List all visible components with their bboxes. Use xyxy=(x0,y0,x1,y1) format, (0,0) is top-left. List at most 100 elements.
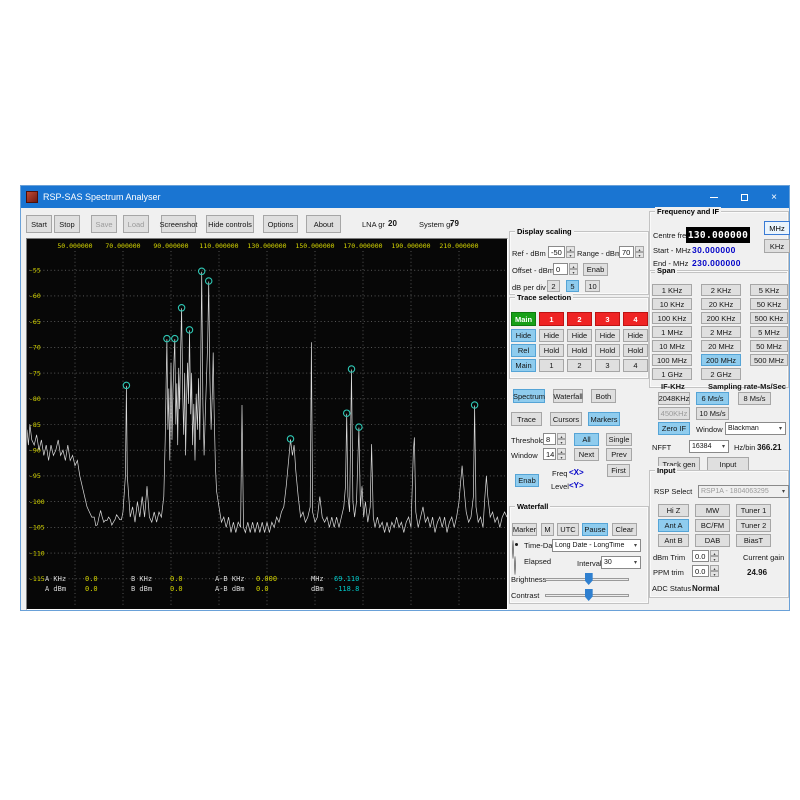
view-both-button[interactable]: Both xyxy=(591,389,616,403)
fft-window-dropdown[interactable]: Blackman ▾ xyxy=(725,422,786,435)
input-ant-a-button[interactable]: Ant A xyxy=(658,519,689,532)
trace-main-r0-hide-button[interactable]: Hide xyxy=(511,329,536,342)
toolbar-options-button[interactable]: Options xyxy=(263,215,298,233)
span-2-mhz-button[interactable]: 2 MHz xyxy=(701,326,741,338)
toolbar-stop-button[interactable]: Stop xyxy=(54,215,80,233)
toolbar-save-button[interactable]: Save xyxy=(91,215,117,233)
span-5-khz-button[interactable]: 5 KHz xyxy=(750,284,788,296)
trace-3-r0-hide-button[interactable]: Hide xyxy=(595,329,620,342)
db-per-div-10-button[interactable]: 10 xyxy=(585,280,600,292)
input-biast-button[interactable]: BiasT xyxy=(736,534,771,547)
dbm-trim-spinner[interactable]: 0.0 ▴ ▾ xyxy=(692,550,719,562)
toolbar-about-button[interactable]: About xyxy=(306,215,341,233)
spinner-arrows-icon[interactable]: ▴ ▾ xyxy=(635,246,644,258)
spinner-arrows-icon[interactable]: ▴ ▾ xyxy=(566,246,575,258)
marker-next-button[interactable]: Next xyxy=(574,448,599,461)
trace-2-r2-2-button[interactable]: 2 xyxy=(567,359,592,372)
spinner-arrows-icon[interactable]: ▴ ▾ xyxy=(710,565,719,577)
spectrum-display[interactable]: 50.000000 70.000000 90.000000 110.000000 130… xyxy=(26,238,508,610)
maximize-button[interactable] xyxy=(729,186,759,208)
waterfall-clear-button[interactable]: Clear xyxy=(612,523,637,536)
span-100-mhz-button[interactable]: 100 MHz xyxy=(652,354,692,366)
db-per-div-2-button[interactable]: 2 xyxy=(547,280,560,292)
trace-4-r1-hold-button[interactable]: Hold xyxy=(623,344,648,357)
trace-select-1-button[interactable]: 1 xyxy=(539,312,564,326)
trace-1-r0-hide-button[interactable]: Hide xyxy=(539,329,564,342)
nfft-dropdown[interactable]: 16384 ▾ xyxy=(689,440,729,453)
interval-dropdown[interactable]: 30 ▾ xyxy=(601,556,641,569)
span-20-mhz-button[interactable]: 20 MHz xyxy=(701,340,741,352)
offset-dbm-spinner[interactable]: 0 ▴ ▾ xyxy=(553,263,578,275)
input-dab-button[interactable]: DAB xyxy=(695,534,730,547)
window-spinner[interactable]: 14 ▴ ▾ xyxy=(543,448,566,460)
trace-4-r2-4-button[interactable]: 4 xyxy=(623,359,648,372)
mhz-button[interactable]: MHz xyxy=(764,221,790,235)
marker-enab-button[interactable]: Enab xyxy=(515,474,539,487)
tab-trace-button[interactable]: Trace xyxy=(511,412,542,426)
waterfall-pause-button[interactable]: Pause xyxy=(582,523,608,536)
span-2-khz-button[interactable]: 2 KHz xyxy=(701,284,741,296)
span-1-ghz-button[interactable]: 1 GHz xyxy=(652,368,692,380)
tab-cursors-button[interactable]: Cursors xyxy=(550,412,582,426)
trace-select-3-button[interactable]: 3 xyxy=(595,312,620,326)
span-200-mhz-button[interactable]: 200 MHz xyxy=(701,354,741,366)
trace-main-r2-main-button[interactable]: Main xyxy=(511,359,536,372)
ref-dbm-spinner[interactable]: -50 ▴ ▾ xyxy=(548,246,575,258)
elapsed-radio[interactable] xyxy=(514,556,516,575)
trace-1-r2-1-button[interactable]: 1 xyxy=(539,359,564,372)
marker-single-button[interactable]: Single xyxy=(606,433,632,446)
span-500-mhz-button[interactable]: 500 MHz xyxy=(750,354,788,366)
span-5-mhz-button[interactable]: 5 MHz xyxy=(750,326,788,338)
spinner-arrows-icon[interactable]: ▴ ▾ xyxy=(710,550,719,562)
span-1-mhz-button[interactable]: 1 MHz xyxy=(652,326,692,338)
span-10-khz-button[interactable]: 10 KHz xyxy=(652,298,692,310)
toolbar-load-button[interactable]: Load xyxy=(123,215,149,233)
span-50-khz-button[interactable]: 50 KHz xyxy=(750,298,788,310)
input-button[interactable]: Input xyxy=(707,457,749,471)
waterfall-m-button[interactable]: M xyxy=(541,523,554,536)
rsp-select-dropdown[interactable]: RSP1A - 1804063295 ▾ xyxy=(698,485,789,498)
span-100-khz-button[interactable]: 100 KHz xyxy=(652,312,692,324)
view-waterfall-button[interactable]: Waterfall xyxy=(553,389,583,403)
span-2-ghz-button[interactable]: 2 GHz xyxy=(701,368,741,380)
spinner-arrows-icon[interactable]: ▴ ▾ xyxy=(557,433,566,445)
waterfall-utc-button[interactable]: UTC xyxy=(557,523,579,536)
trace-select-4-button[interactable]: 4 xyxy=(623,312,648,326)
spinner-arrows-icon[interactable]: ▴ ▾ xyxy=(557,448,566,460)
span-500-khz-button[interactable]: 500 KHz xyxy=(750,312,788,324)
khz-button[interactable]: KHz xyxy=(764,239,790,253)
toolbar-screenshot-button[interactable]: Screenshot xyxy=(160,215,197,233)
marker-prev-button[interactable]: Prev xyxy=(606,448,632,461)
input-ant-b-button[interactable]: Ant B xyxy=(658,534,689,547)
input-mw-button[interactable]: MW xyxy=(695,504,730,517)
spinner-arrows-icon[interactable]: ▴ ▾ xyxy=(569,263,578,275)
toolbar-hide-controls-button[interactable]: Hide controls xyxy=(206,215,254,233)
input-tuner-1-button[interactable]: Tuner 1 xyxy=(736,504,771,517)
close-button[interactable]: × xyxy=(759,186,789,208)
input-hi-z-button[interactable]: Hi Z xyxy=(658,504,689,517)
span-10-mhz-button[interactable]: 10 MHz xyxy=(652,340,692,352)
rate-10-ms-s-button[interactable]: 10 Ms/s xyxy=(696,407,729,420)
threshold-spinner[interactable]: 8 ▴ ▾ xyxy=(543,433,566,445)
rate-8-ms-s-button[interactable]: 8 Ms/s xyxy=(738,392,771,405)
marker-all-button[interactable]: All xyxy=(574,433,599,446)
trace-3-r1-hold-button[interactable]: Hold xyxy=(595,344,620,357)
view-spectrum-button[interactable]: Spectrum xyxy=(513,389,545,403)
span-50-mhz-button[interactable]: 50 MHz xyxy=(750,340,788,352)
trace-2-r0-hide-button[interactable]: Hide xyxy=(567,329,592,342)
trace-main-r1-rel-button[interactable]: Rel xyxy=(511,344,536,357)
trace-3-r2-3-button[interactable]: 3 xyxy=(595,359,620,372)
trace-1-r1-hold-button[interactable]: Hold xyxy=(539,344,564,357)
if-450khz-button[interactable]: 450KHz xyxy=(658,407,690,420)
trace-select-main-button[interactable]: Main xyxy=(511,312,536,326)
if-zero-if-button[interactable]: Zero IF xyxy=(658,422,690,435)
span-200-khz-button[interactable]: 200 KHz xyxy=(701,312,741,324)
tab-markers-button[interactable]: Markers xyxy=(588,412,620,426)
span-1-khz-button[interactable]: 1 KHz xyxy=(652,284,692,296)
trace-4-r0-hide-button[interactable]: Hide xyxy=(623,329,648,342)
offset-enab-button[interactable]: Enab xyxy=(583,263,608,276)
input-bc-fm-button[interactable]: BC/FM xyxy=(695,519,730,532)
date-format-dropdown[interactable]: Long Date - LongTime ▾ xyxy=(552,539,641,552)
db-per-div-5-button[interactable]: 5 xyxy=(566,280,579,292)
toolbar-start-button[interactable]: Start xyxy=(26,215,52,233)
